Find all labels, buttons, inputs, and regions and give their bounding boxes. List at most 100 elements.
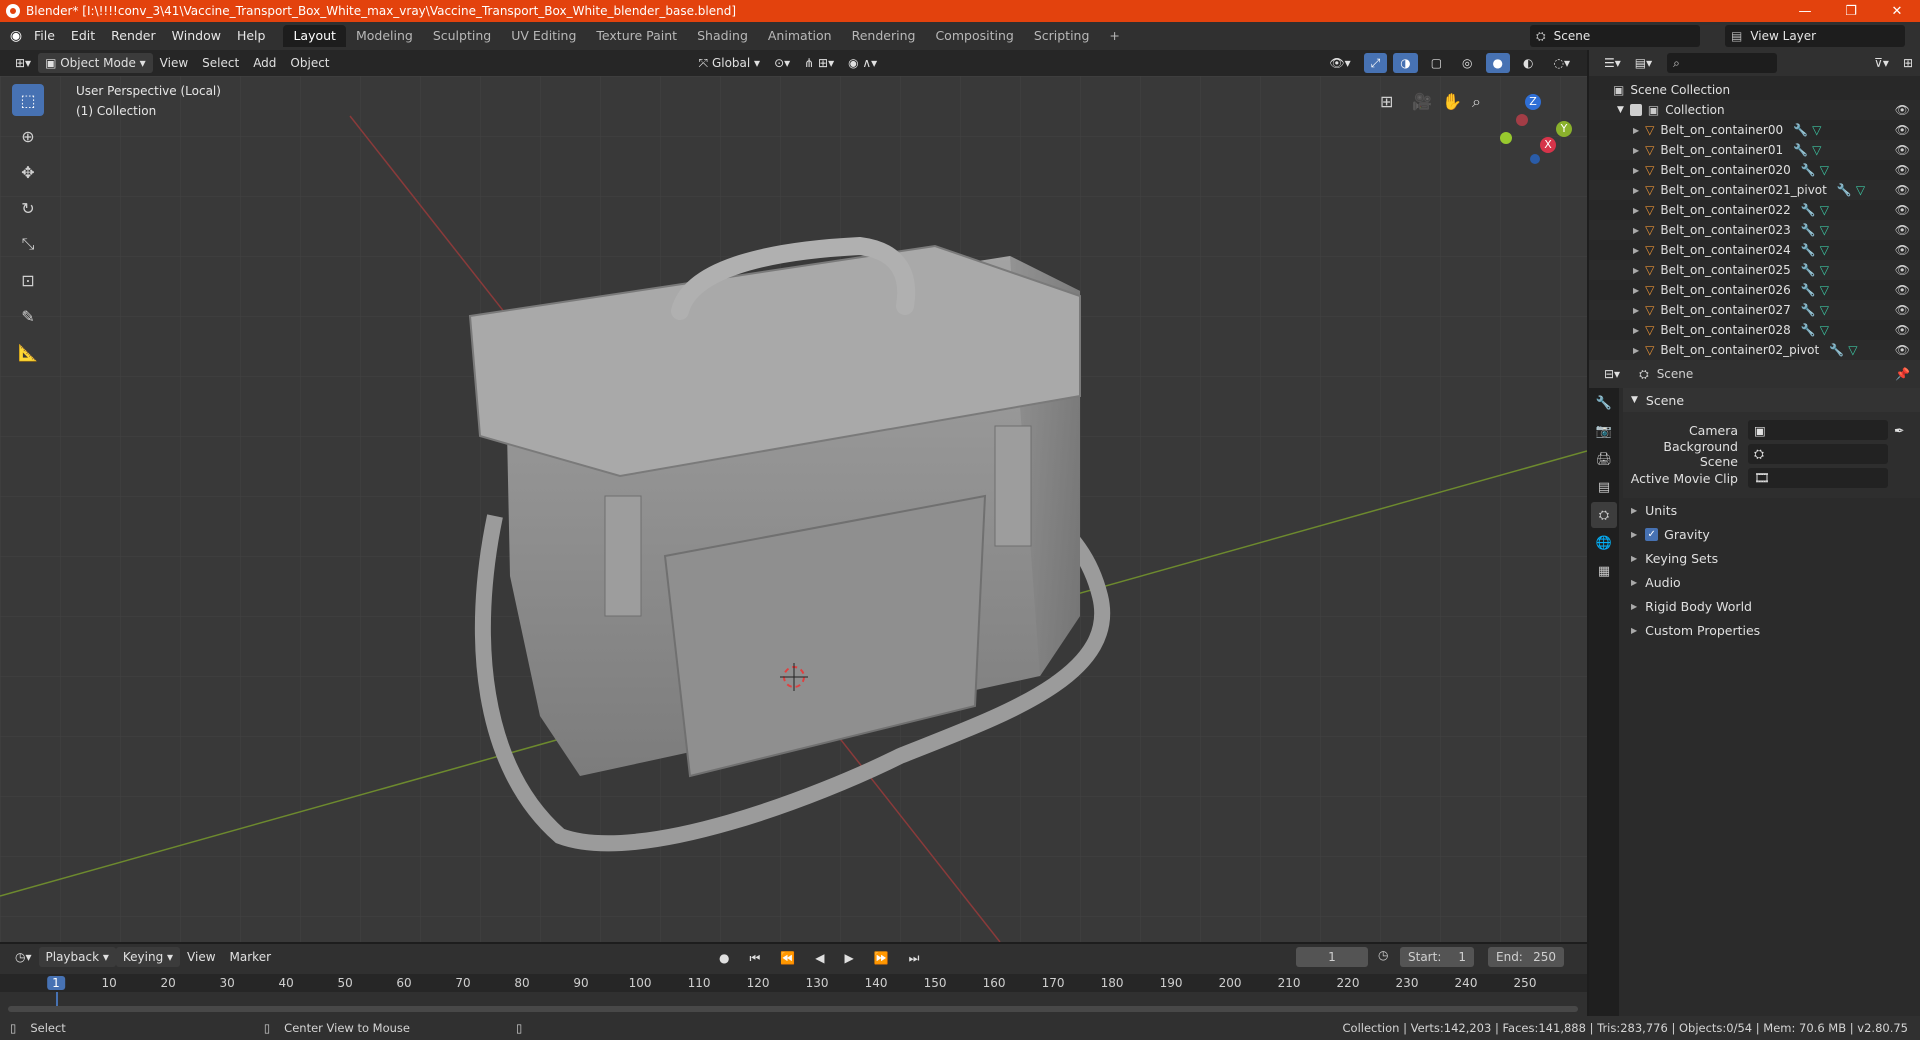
texture-tab-icon[interactable]: ▦ (1591, 558, 1617, 584)
modifier-icon[interactable]: 🔧 (1801, 323, 1820, 337)
select-box-tool-icon[interactable]: ⬚ (12, 84, 44, 116)
outliner-object-row[interactable]: ▶ ▽ Belt_on_container027 🔧 ▽ 👁 (1589, 300, 1920, 320)
visibility-eye-icon[interactable]: 👁 (1895, 123, 1910, 137)
output-tab-icon[interactable]: 🖨 (1591, 446, 1617, 472)
modifier-icon[interactable]: 🔧 (1837, 183, 1856, 197)
minimize-button[interactable]: — (1782, 0, 1828, 22)
mesh-data-icon[interactable]: ▽ (1812, 123, 1821, 137)
timeline-scrollbar[interactable] (8, 1006, 1578, 1012)
start-frame-field[interactable]: Start: 1 (1400, 947, 1474, 967)
expand-arrow-icon[interactable]: ▶ (1633, 306, 1639, 315)
close-button[interactable]: ✕ (1874, 0, 1920, 22)
outliner-object-row[interactable]: ▶ ▽ Belt_on_container01 🔧 ▽ 👁 (1589, 140, 1920, 160)
grid-view-icon[interactable]: ⊞ (1380, 92, 1393, 111)
material-shading-icon[interactable]: ◐ (1516, 53, 1540, 73)
pivot-point-icon[interactable]: ⊙▾ (767, 53, 797, 73)
visibility-eye-icon[interactable]: 👁 (1895, 343, 1910, 357)
3d-viewport[interactable]: User Perspective (Local) (1) Collection … (0, 76, 1587, 942)
move-tool-icon[interactable]: ✥ (12, 156, 44, 188)
jump-prev-keyframe-icon[interactable]: ⏪ (773, 948, 802, 968)
tab-animation[interactable]: Animation (758, 25, 842, 47)
menu-object[interactable]: Object (283, 53, 336, 73)
mesh-data-icon[interactable]: ▽ (1812, 143, 1821, 157)
scene-panel-header[interactable]: ▼ Scene (1623, 388, 1920, 412)
visibility-eye-icon[interactable]: 👁 (1895, 283, 1910, 297)
mesh-data-icon[interactable]: ▽ (1820, 283, 1829, 297)
modifier-icon[interactable]: 🔧 (1793, 143, 1812, 157)
record-icon[interactable]: ● (712, 948, 736, 968)
scene-collection-row[interactable]: ▣ Scene Collection (1589, 80, 1920, 100)
tab-sculpting[interactable]: Sculpting (423, 25, 501, 47)
gizmo-neg-x[interactable] (1516, 114, 1528, 126)
menu-window[interactable]: Window (164, 25, 229, 47)
annotate-tool-icon[interactable]: ✎ (12, 300, 44, 332)
pan-hand-icon[interactable]: ✋ (1442, 92, 1462, 111)
tab-compositing[interactable]: Compositing (925, 25, 1023, 47)
subpanel-header[interactable]: ▶ Audio (1623, 570, 1920, 594)
camera-field[interactable]: ▣ (1748, 420, 1888, 440)
background-scene-field[interactable]: ⛭ (1748, 444, 1888, 464)
measure-tool-icon[interactable]: 📐 (12, 336, 44, 368)
gravity-checkbox[interactable]: ✓ (1645, 527, 1659, 541)
mesh-data-icon[interactable]: ▽ (1820, 303, 1829, 317)
pin-icon[interactable]: 📌 (1895, 367, 1910, 381)
collection-row[interactable]: ▼ ▣ Collection 👁 (1589, 100, 1920, 120)
expand-arrow-icon[interactable]: ▶ (1633, 226, 1639, 235)
wireframe-shading-icon[interactable]: ◎ (1455, 53, 1479, 73)
visibility-eye-icon[interactable]: 👁 (1895, 243, 1910, 257)
menu-select[interactable]: Select (195, 53, 246, 73)
outliner-object-row[interactable]: ▶ ▽ Belt_on_container020 🔧 ▽ 👁 (1589, 160, 1920, 180)
expand-arrow-icon[interactable]: ▶ (1633, 126, 1639, 135)
mesh-data-icon[interactable]: ▽ (1820, 163, 1829, 177)
playhead-line[interactable] (56, 992, 58, 1006)
xray-toggle-icon[interactable]: ▢ (1424, 53, 1449, 73)
visibility-eye-icon[interactable]: 👁 (1895, 323, 1910, 337)
blender-menu-icon[interactable]: ◉ (6, 26, 26, 46)
tab-scripting[interactable]: Scripting (1024, 25, 1100, 47)
gizmo-y-axis[interactable]: Y (1556, 121, 1572, 137)
outliner-object-row[interactable]: ▶ ▽ Belt_on_container025 🔧 ▽ 👁 (1589, 260, 1920, 280)
jump-end-icon[interactable]: ⏭ (902, 948, 927, 968)
visibility-icon[interactable]: 👁▾ (1322, 53, 1357, 73)
subpanel-header[interactable]: ▶ ✓ Gravity (1623, 522, 1920, 546)
visibility-eye-icon[interactable]: 👁 (1895, 183, 1910, 197)
timeline-frame-ruler[interactable]: 1 10 20 30 40 50 60 70 80 90 100 110 120 130 140 150 160… (0, 974, 1587, 1006)
expand-arrow-icon[interactable]: ▶ (1633, 326, 1639, 335)
display-mode-icon[interactable]: ▤▾ (1628, 53, 1659, 73)
expand-arrow-icon[interactable]: ▶ (1633, 286, 1639, 295)
mesh-data-icon[interactable]: ▽ (1820, 203, 1829, 217)
modifier-icon[interactable]: 🔧 (1793, 123, 1812, 137)
jump-start-icon[interactable]: ⏮ (742, 948, 767, 968)
timeline-view-menu[interactable]: View (180, 947, 222, 967)
outliner-object-row[interactable]: ▶ ▽ Belt_on_container028 🔧 ▽ 👁 (1589, 320, 1920, 340)
visibility-eye-icon[interactable]: 👁 (1895, 103, 1910, 117)
outliner-object-row[interactable]: ▶ ▽ Belt_on_container023 🔧 ▽ 👁 (1589, 220, 1920, 240)
active-movie-clip-field[interactable]: 🎞 (1748, 468, 1888, 488)
mesh-data-icon[interactable]: ▽ (1848, 343, 1857, 357)
camera-view-icon[interactable]: 🎥 (1412, 92, 1432, 111)
eyedropper-icon[interactable]: ✒ (1894, 423, 1904, 438)
gizmo-x-axis[interactable]: X (1540, 137, 1556, 153)
menu-render[interactable]: Render (103, 25, 164, 47)
menu-view[interactable]: View (153, 53, 195, 73)
editor-type-icon[interactable]: ⊞▾ (8, 53, 38, 73)
mesh-data-icon[interactable]: ▽ (1820, 223, 1829, 237)
visibility-eye-icon[interactable]: 👁 (1895, 143, 1910, 157)
transform-tool-icon[interactable]: ⊡ (12, 264, 44, 296)
view-layer-selector[interactable]: ▤ View Layer (1725, 25, 1905, 47)
expand-arrow-icon[interactable]: ▶ (1633, 186, 1639, 195)
mesh-data-icon[interactable]: ▽ (1820, 263, 1829, 277)
modifier-icon[interactable]: 🔧 (1801, 303, 1820, 317)
scene-tab-icon[interactable]: ⛭ (1591, 502, 1617, 528)
tab-rendering[interactable]: Rendering (842, 25, 926, 47)
subpanel-header[interactable]: ▶ Rigid Body World (1623, 594, 1920, 618)
proportional-edit-icon[interactable]: ◉ ∧▾ (841, 53, 884, 73)
gizmo-z-axis[interactable]: Z (1525, 94, 1541, 110)
expand-arrow-icon[interactable]: ▶ (1633, 246, 1639, 255)
visibility-eye-icon[interactable]: 👁 (1895, 163, 1910, 177)
scale-tool-icon[interactable]: ⤡ (12, 228, 44, 260)
modifier-icon[interactable]: 🔧 (1801, 203, 1820, 217)
tab-layout[interactable]: Layout (283, 25, 346, 47)
outliner-object-row[interactable]: ▶ ▽ Belt_on_container00 🔧 ▽ 👁 (1589, 120, 1920, 140)
modifier-icon[interactable]: 🔧 (1829, 343, 1848, 357)
